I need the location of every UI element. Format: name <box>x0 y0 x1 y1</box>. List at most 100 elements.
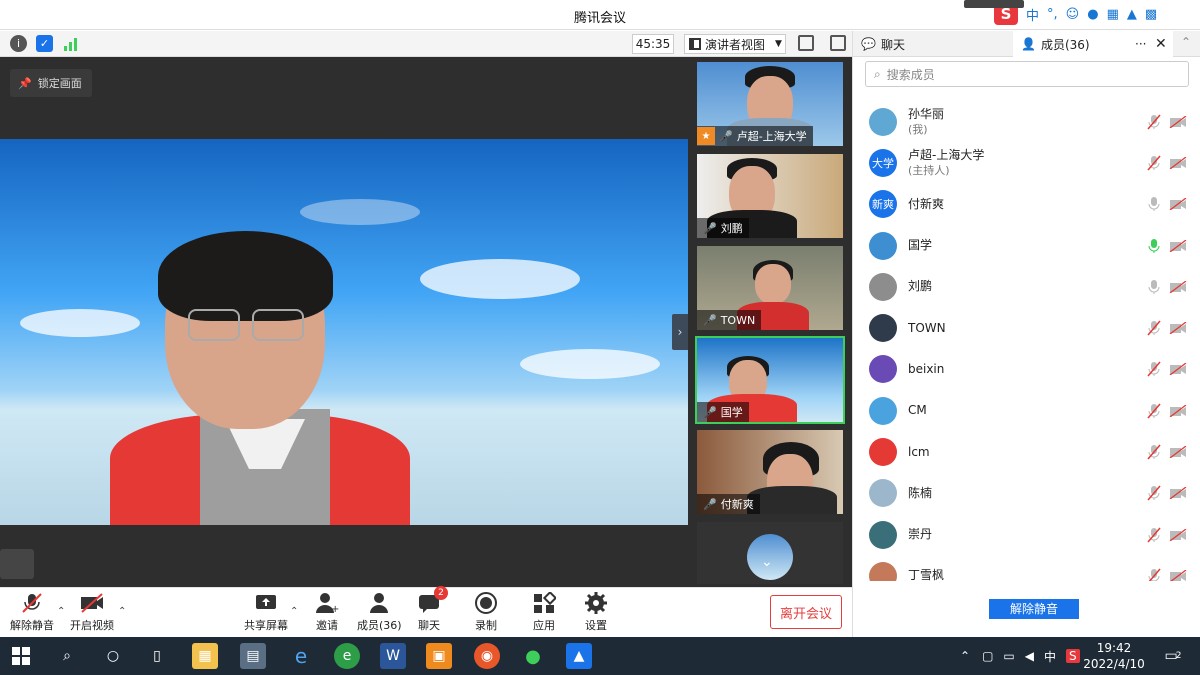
member-row[interactable]: 新爽 付新爽 <box>853 184 1200 225</box>
member-row[interactable]: 丁雪枫 <box>853 555 1200 581</box>
info-icon[interactable]: i <box>10 35 27 52</box>
member-row[interactable]: 孙华丽 (我) <box>853 101 1200 142</box>
mic-muted-icon[interactable] <box>1147 403 1161 419</box>
unmute-all-button[interactable]: 解除静音 <box>989 599 1079 619</box>
thumbnail-2[interactable]: 🎤 TOWN <box>697 246 843 330</box>
scroll-down-icon[interactable]: ⌄ <box>761 554 773 570</box>
signal-icon[interactable] <box>62 35 79 52</box>
mic-icon[interactable] <box>1147 279 1161 295</box>
more-icon[interactable]: ··· <box>1135 37 1146 51</box>
members-button[interactable]: 成员(36) <box>357 592 402 633</box>
thumbnail-4[interactable]: 🎤 付新爽 <box>697 430 843 514</box>
camera-off-icon[interactable] <box>1169 198 1187 211</box>
tray-expand-icon[interactable]: ⌃ <box>960 649 970 663</box>
mic-muted-icon[interactable] <box>1147 114 1161 130</box>
keyboard-icon[interactable]: ▦ <box>1107 7 1119 22</box>
cortana-icon[interactable]: ○ <box>100 643 126 669</box>
toolbox-icon[interactable]: ▩ <box>1145 7 1157 22</box>
member-row[interactable]: beixin <box>853 349 1200 390</box>
tencent-meeting-icon[interactable]: ▲ <box>566 643 592 669</box>
camera-off-icon[interactable] <box>1169 280 1187 293</box>
mini-window-handle[interactable] <box>964 0 1024 8</box>
mic-icon[interactable] <box>1147 238 1161 254</box>
start-video-button[interactable]: 开启视频 <box>70 592 114 633</box>
thumbnail-5[interactable]: ⌄ <box>697 522 843 584</box>
video-options-icon[interactable]: ⌃ <box>118 606 126 617</box>
task-view-icon[interactable]: ▯ <box>144 643 170 669</box>
record-button[interactable]: 录制 <box>474 592 498 633</box>
volume-icon[interactable]: ◀ <box>1025 649 1034 663</box>
mic-muted-icon[interactable] <box>1147 320 1161 336</box>
share-options-icon[interactable]: ⌃ <box>290 606 298 617</box>
tab-members[interactable]: 👤 成员(36) ··· ✕ <box>1013 31 1173 57</box>
chat-button[interactable]: 2 聊天 <box>417 586 448 633</box>
camera-off-icon[interactable] <box>1169 446 1187 459</box>
ime-mode[interactable]: 中 <box>1026 5 1039 24</box>
camera-off-icon[interactable] <box>1169 239 1187 252</box>
ime-indicator[interactable]: 中 <box>1044 648 1056 665</box>
word-icon[interactable]: W <box>380 643 406 669</box>
member-row[interactable]: lcm <box>853 431 1200 472</box>
system-clock[interactable]: 19:42 2022/4/10 <box>1082 640 1146 672</box>
mic-muted-icon[interactable] <box>1147 155 1161 171</box>
camera-off-icon[interactable] <box>1169 322 1187 335</box>
mic-muted-icon[interactable] <box>1147 568 1161 581</box>
mic-muted-icon[interactable] <box>1147 527 1161 543</box>
sidebar-toggle-icon[interactable] <box>830 35 846 51</box>
invite-button[interactable]: + 邀请 <box>315 592 339 633</box>
member-row[interactable]: 刘鹏 <box>853 266 1200 307</box>
mic-muted-icon[interactable] <box>1147 485 1161 501</box>
ie-icon[interactable]: e <box>288 643 314 669</box>
tray-app-icon[interactable]: ▢ <box>982 649 993 663</box>
thumbnail-1[interactable]: 🎤 刘鹏 <box>697 154 843 238</box>
unmute-button[interactable]: 解除静音 <box>10 592 54 633</box>
mic-muted-icon[interactable] <box>1147 361 1161 377</box>
thumbnail-3[interactable]: 🎤 国学 <box>695 336 845 424</box>
audio-options-icon[interactable]: ⌃ <box>57 606 65 617</box>
member-search-input[interactable]: ⌕ 搜索成员 <box>865 61 1189 87</box>
list-toggle-icon[interactable] <box>0 549 34 579</box>
close-icon[interactable]: ✕ <box>1155 36 1167 52</box>
mic-muted-icon[interactable] <box>1147 444 1161 460</box>
store-icon[interactable]: ▦ <box>192 643 218 669</box>
network-icon[interactable]: ▭ <box>1003 649 1014 663</box>
member-row[interactable]: 大学 卢超-上海大学 (主持人) <box>853 142 1200 183</box>
member-row[interactable]: 国学 <box>853 225 1200 266</box>
camera-off-icon[interactable] <box>1169 156 1187 169</box>
camera-off-icon[interactable] <box>1169 569 1187 581</box>
member-row[interactable]: 陈楠 <box>853 473 1200 514</box>
voice-icon[interactable]: ● <box>1087 7 1098 22</box>
windows-start-icon[interactable] <box>8 643 34 669</box>
settings-button[interactable]: 设置 <box>584 592 608 633</box>
shield-icon[interactable]: ✓ <box>36 35 53 52</box>
lock-view-button[interactable]: 📌 锁定画面 <box>10 69 92 97</box>
camera-off-icon[interactable] <box>1169 363 1187 376</box>
camera-off-icon[interactable] <box>1169 404 1187 417</box>
thumbnail-0[interactable]: ★ 🎤 卢超-上海大学 <box>697 62 843 146</box>
notification-icon[interactable]: ▭ 2 <box>1160 643 1186 669</box>
mic-icon[interactable] <box>1147 196 1161 212</box>
scroll-up-icon[interactable]: ⌃ <box>1181 35 1191 49</box>
camera-off-icon[interactable] <box>1169 528 1187 541</box>
member-row[interactable]: 崇丹 <box>853 514 1200 555</box>
search-icon[interactable]: ⌕ <box>54 643 80 669</box>
app-icon[interactable]: ▣ <box>426 643 452 669</box>
member-row[interactable]: TOWN <box>853 307 1200 348</box>
firefox-icon[interactable]: ◉ <box>474 643 500 669</box>
ime-toolbar[interactable]: S 中 °, ☺ ● ▦ ▲ ▩ <box>960 0 1200 28</box>
ime-punct[interactable]: °, <box>1047 7 1058 22</box>
leave-meeting-button[interactable]: 离开会议 <box>770 595 842 629</box>
skin-icon[interactable]: ▲ <box>1127 7 1137 22</box>
member-row[interactable]: CM <box>853 390 1200 431</box>
camera-off-icon[interactable] <box>1169 487 1187 500</box>
fullscreen-icon[interactable] <box>798 35 814 51</box>
view-mode-dropdown[interactable]: 演讲者视图 ▼ <box>684 34 786 54</box>
tab-chat[interactable]: 💬 聊天 <box>853 31 1013 57</box>
camera-off-icon[interactable] <box>1169 115 1187 128</box>
wechat-icon[interactable]: ● <box>520 643 546 669</box>
file-explorer-icon[interactable]: ▤ <box>240 643 266 669</box>
share-screen-button[interactable]: 共享屏幕 <box>244 592 288 633</box>
sogou-tray-icon[interactable]: S <box>1066 649 1080 663</box>
browser-icon[interactable]: e <box>334 643 360 669</box>
apps-button[interactable]: 应用 <box>532 590 558 633</box>
